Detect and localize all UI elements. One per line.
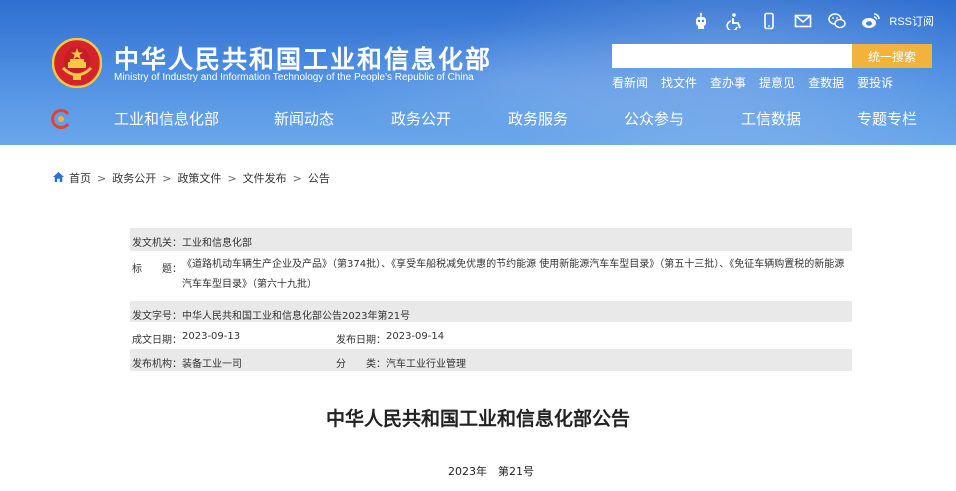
breadcrumb-gov-info[interactable]: 政务公开 bbox=[112, 170, 156, 186]
breadcrumb-separator: > bbox=[227, 171, 237, 185]
breadcrumb-policy-docs[interactable]: 政策文件 bbox=[177, 170, 221, 186]
nav-item-miit[interactable]: 工业和信息化部 bbox=[114, 108, 219, 129]
nav-item-gov-info[interactable]: 政务公开 bbox=[391, 108, 451, 129]
main-nav: 工业和信息化部 新闻动态 政务公开 政务服务 公众参与 工信数据 专题专栏 bbox=[0, 98, 956, 138]
created-date-value: 2023-09-13 bbox=[182, 331, 241, 342]
breadcrumb-separator: > bbox=[292, 171, 302, 185]
wechat-icon[interactable] bbox=[827, 11, 847, 31]
category-value: 汽车工业行业管理 bbox=[386, 359, 466, 370]
site-title[interactable]: 中华人民共和国工业和信息化部 bbox=[114, 40, 492, 76]
quick-links: 看新闻 找文件 查办事 提意见 查数据 要投诉 bbox=[612, 74, 893, 91]
site-logo-icon[interactable] bbox=[50, 108, 72, 130]
doc-number-value: 中华人民共和国工业和信息化部公告2023年第21号 bbox=[182, 311, 411, 322]
site-header: 中华人民共和国工业和信息化部 Ministry of Industry and … bbox=[0, 0, 956, 145]
nav-item-data[interactable]: 工信数据 bbox=[741, 108, 801, 129]
nav-item-participation[interactable]: 公众参与 bbox=[624, 108, 684, 129]
quick-link-news[interactable]: 看新闻 bbox=[612, 74, 648, 91]
category-label: 分 类： bbox=[336, 359, 386, 370]
breadcrumb-home[interactable]: 首页 bbox=[69, 170, 91, 186]
meta-row-doc-number: 发文字号： 中华人民共和国工业和信息化部公告2023年第21号 bbox=[130, 301, 852, 322]
title-label: 标 题： bbox=[132, 264, 182, 275]
quick-link-data[interactable]: 查数据 bbox=[808, 74, 844, 91]
nav-item-topics[interactable]: 专题专栏 bbox=[857, 108, 917, 129]
national-emblem-icon[interactable] bbox=[51, 37, 103, 89]
doc-number-label: 发文字号： bbox=[132, 311, 182, 322]
meta-row-issuer: 发文机关： 工业和信息化部 bbox=[130, 228, 852, 251]
document-title: 中华人民共和国工业和信息化部公告 bbox=[325, 408, 630, 430]
quick-link-complaint[interactable]: 要投诉 bbox=[857, 74, 893, 91]
meta-row-dates: 成文日期： 2023-09-13 发布日期： 2023-09-14 bbox=[130, 325, 852, 346]
mail-icon[interactable] bbox=[793, 11, 813, 31]
title-value: 《道路机动车辆生产企业及产品》（第374批）、《享受车船税减免优惠的节约能源 使… bbox=[182, 259, 845, 290]
breadcrumb-separator: > bbox=[162, 171, 172, 185]
issuer-value: 工业和信息化部 bbox=[182, 238, 252, 249]
breadcrumb: 首页 > 政务公开 > 政策文件 > 文件发布 > 公告 bbox=[52, 170, 330, 186]
rss-link[interactable]: RSS订阅 bbox=[889, 13, 934, 29]
nav-item-gov-service[interactable]: 政务服务 bbox=[508, 108, 568, 129]
home-icon[interactable] bbox=[52, 171, 65, 186]
org-label: 发布机构： bbox=[132, 359, 182, 370]
meta-row-org: 发布机构： 装备工业一司 分 类： 汽车工业行业管理 bbox=[130, 349, 852, 371]
breadcrumb-doc-release[interactable]: 文件发布 bbox=[243, 170, 287, 186]
search-input[interactable] bbox=[612, 44, 852, 68]
robot-icon[interactable] bbox=[691, 11, 711, 31]
nav-item-news[interactable]: 新闻动态 bbox=[274, 108, 334, 129]
document-number: 2023年 第21号 bbox=[448, 465, 534, 478]
search-button[interactable]: 统一搜索 bbox=[852, 44, 932, 68]
published-date-value: 2023-09-14 bbox=[386, 331, 445, 342]
issuer-label: 发文机关： bbox=[132, 238, 182, 249]
meta-row-title: 标 题： 《道路机动车辆生产企业及产品》（第374批）、《享受车船税减免优惠的节… bbox=[130, 254, 852, 298]
top-utility-bar: RSS订阅 bbox=[691, 10, 934, 32]
quick-link-files[interactable]: 找文件 bbox=[661, 74, 697, 91]
breadcrumb-notice[interactable]: 公告 bbox=[308, 170, 330, 186]
accessibility-icon[interactable] bbox=[725, 11, 745, 31]
breadcrumb-separator: > bbox=[97, 171, 107, 185]
org-value: 装备工业一司 bbox=[182, 359, 242, 370]
weibo-icon[interactable] bbox=[861, 11, 881, 31]
quick-link-services[interactable]: 查办事 bbox=[710, 74, 746, 91]
document-meta-table: 发文机关： 工业和信息化部 标 题： 《道路机动车辆生产企业及产品》（第374批… bbox=[130, 228, 852, 374]
mobile-icon[interactable] bbox=[759, 11, 779, 31]
quick-link-feedback[interactable]: 提意见 bbox=[759, 74, 795, 91]
site-subtitle: Ministry of Industry and Information Tec… bbox=[114, 72, 474, 83]
published-date-label: 发布日期： bbox=[336, 335, 386, 346]
created-date-label: 成文日期： bbox=[132, 335, 182, 346]
